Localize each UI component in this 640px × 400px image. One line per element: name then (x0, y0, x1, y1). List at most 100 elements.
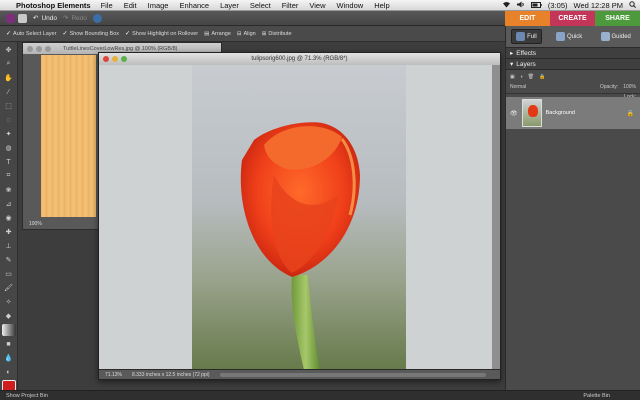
opacity-label: Opacity: (599, 84, 619, 90)
undo-button[interactable]: ↶ Undo (33, 14, 57, 23)
mode-share-tab[interactable]: SHARE (595, 11, 640, 26)
new-layer-icon[interactable]: ▣ (510, 74, 515, 80)
zoom-tool-icon[interactable]: ⌕ (2, 58, 16, 70)
battery-time: (3:05) (547, 0, 568, 10)
gradient-tool-icon[interactable] (1, 324, 16, 336)
move-tool-icon[interactable]: ✥ (2, 44, 16, 56)
blur-tool-icon[interactable]: 💧 (2, 352, 16, 364)
layer-lock-icon[interactable]: 🔒 (627, 110, 634, 117)
expand-arrow-icon: ▸ (510, 50, 514, 57)
document-status-bar: 71.13% 8.333 inches x 12.5 inches (72 pp… (99, 369, 500, 379)
layers-panel-header[interactable]: ▾ Layers (506, 59, 640, 70)
effects-panel-header[interactable]: ▸ Effects (506, 48, 640, 59)
close-icon[interactable] (27, 46, 33, 52)
menu-file[interactable]: File (101, 1, 113, 10)
window-controls (27, 46, 51, 52)
full-edit-label: Full (527, 33, 537, 40)
minimize-icon[interactable] (112, 56, 118, 62)
delete-layer-icon[interactable]: 🗑 (528, 74, 534, 80)
quick-edit-tab[interactable]: Quick (552, 30, 586, 43)
align-button[interactable]: ⊟ Align (237, 31, 256, 37)
adjustment-layer-icon[interactable]: ◑ (520, 74, 523, 80)
battery-icon[interactable] (530, 1, 542, 10)
collapse-arrow-icon: ▾ (510, 61, 514, 68)
sponge-tool-icon[interactable]: ◐ (2, 366, 16, 378)
mode-tabs: EDIT CREATE SHARE (505, 11, 640, 26)
paint-bucket-tool-icon[interactable]: ◆ (2, 310, 16, 322)
marquee-tool-icon[interactable]: ⬚ (2, 100, 16, 112)
edit-view-tabs: Full Quick Guided (506, 26, 640, 48)
document-size[interactable]: 8.333 inches x 12.5 inches (72 ppi) (132, 372, 210, 378)
layer-row-background[interactable]: 👁 Background 🔒 (506, 97, 640, 129)
vertical-scrollbar[interactable] (492, 65, 500, 371)
bounding-box-checkbox[interactable]: ✓ Show Bounding Box (62, 30, 119, 38)
menu-image[interactable]: Image (148, 1, 169, 10)
spotlight-icon[interactable] (629, 0, 636, 10)
menu-filter[interactable]: Filter (282, 1, 299, 10)
visibility-eye-icon[interactable]: 👁 (510, 110, 518, 117)
eyedropper-tool-icon[interactable]: ⁄ (2, 86, 16, 98)
app-menu[interactable]: Photoshop Elements (16, 1, 91, 10)
arrange-button[interactable]: ▤ Arrange (204, 31, 231, 37)
red-eye-tool-icon[interactable]: ◉ (2, 212, 16, 224)
document-title-bar[interactable]: tulipsorig600.jpg @ 71.3% (RGB/8*) (99, 53, 500, 65)
type-tool-icon[interactable]: T (2, 156, 16, 168)
lock-icon[interactable]: 🔒 (539, 74, 545, 80)
zoom-icon[interactable] (121, 56, 127, 62)
palette-bin-button[interactable]: Palette Bin (583, 393, 610, 399)
auto-select-layer-checkbox[interactable]: ✓ Auto Select Layer (6, 30, 56, 38)
organizer-icon[interactable] (6, 13, 15, 23)
mode-create-tab[interactable]: CREATE (550, 11, 595, 26)
zoom-level[interactable]: 71.13% (105, 372, 122, 378)
pencil-tool-icon[interactable]: ✎ (2, 254, 16, 266)
zoom-level[interactable]: 100% (29, 221, 42, 227)
highlight-rollover-checkbox[interactable]: ✓ Show Highlight on Rollover (125, 30, 198, 38)
menu-help[interactable]: Help (374, 1, 389, 10)
tulip-photo[interactable] (192, 65, 406, 370)
brush-tool-icon[interactable]: 🖌 (2, 282, 16, 294)
tool-options-bar: ✓ Auto Select Layer ✓ Show Bounding Box … (0, 26, 505, 42)
clock[interactable]: Wed 12:28 PM (574, 1, 623, 10)
shape-tool-icon[interactable]: ■ (2, 338, 16, 350)
close-icon[interactable] (103, 56, 109, 62)
redo-button[interactable]: ↷ Redo (63, 14, 87, 23)
effects-panel-title: Effects (516, 49, 537, 57)
volume-icon[interactable] (516, 1, 525, 10)
bridge-icon[interactable] (18, 13, 27, 23)
menu-select[interactable]: Select (250, 1, 271, 10)
selection-brush-tool-icon[interactable]: ◍ (2, 142, 16, 154)
hand-tool-icon[interactable]: ✋ (2, 72, 16, 84)
eraser-tool-icon[interactable]: ▭ (2, 268, 16, 280)
horizontal-scrollbar[interactable] (219, 372, 486, 377)
guided-edit-tab[interactable]: Guided (597, 30, 635, 43)
clone-stamp-tool-icon[interactable]: ⊥ (2, 240, 16, 252)
app-toolbar: ↶ Undo ↷ Redo EDIT CREATE SHARE (0, 11, 640, 26)
minimize-icon[interactable] (36, 46, 42, 52)
tools-panel: ✥ ⌕ ✋ ⁄ ⬚ ◌ ✦ ◍ T ⌗ ❀ ⊿ ◉ ✚ ⊥ ✎ ▭ 🖌 ✧ ◆ … (0, 42, 18, 392)
lasso-tool-icon[interactable]: ◌ (2, 114, 16, 126)
menu-edit[interactable]: Edit (124, 1, 137, 10)
guided-edit-icon (600, 32, 610, 41)
crop-tool-icon[interactable]: ⌗ (2, 170, 16, 182)
distribute-button[interactable]: ⊞ Distribute (262, 31, 292, 37)
full-edit-icon (516, 32, 526, 41)
menu-enhance[interactable]: Enhance (179, 1, 209, 10)
healing-brush-tool-icon[interactable]: ✚ (2, 226, 16, 238)
show-project-bin-button[interactable]: Show Project Bin (6, 393, 48, 399)
menu-view[interactable]: View (309, 1, 325, 10)
full-edit-tab[interactable]: Full (511, 29, 542, 44)
magic-wand-tool-icon[interactable]: ✦ (2, 128, 16, 140)
wifi-icon[interactable] (502, 1, 511, 10)
help-button[interactable] (93, 13, 102, 23)
document-window-active[interactable]: tulipsorig600.jpg @ 71.3% (RGB/8*) 71.13… (98, 52, 501, 380)
smart-brush-tool-icon[interactable]: ✧ (2, 296, 16, 308)
cookie-cutter-tool-icon[interactable]: ❀ (2, 184, 16, 196)
zoom-icon[interactable] (45, 46, 51, 52)
mode-edit-tab[interactable]: EDIT (505, 11, 550, 26)
menu-layer[interactable]: Layer (220, 1, 239, 10)
menu-window[interactable]: Window (337, 1, 364, 10)
opacity-field[interactable]: 100% (623, 84, 636, 90)
straighten-tool-icon[interactable]: ⊿ (2, 198, 16, 210)
blend-mode-select[interactable]: Normal (510, 84, 526, 90)
document-title: tulipsorig600.jpg @ 71.3% (RGB/8*) (251, 56, 348, 62)
